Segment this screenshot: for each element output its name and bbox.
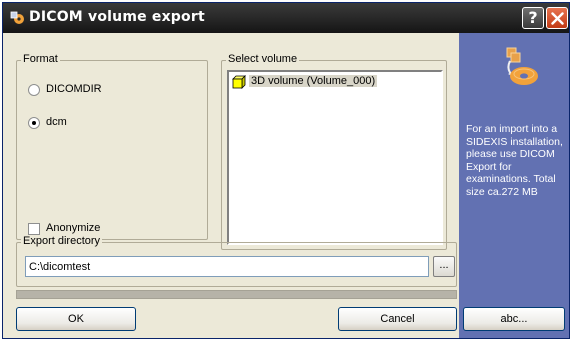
checkbox-label: Anonymize [46,222,101,234]
abc-button[interactable]: abc... [463,307,565,331]
cube-icon [232,75,246,89]
close-button[interactable] [546,7,568,29]
select-volume-group: Select volume 3D volume (Volume_000) [221,53,447,250]
help-button[interactable]: ? [522,7,544,29]
title-bar[interactable]: DICOM volume export ? [3,3,569,33]
checkbox-square[interactable] [28,223,40,235]
progress-bar [16,290,457,299]
radio-dicomdir[interactable]: DICOMDIR [28,82,198,98]
browse-button[interactable]: ... [433,256,455,277]
list-item[interactable]: 3D volume (Volume_000) [231,74,378,90]
dialog-window: DICOM volume export ? Format DICOMDIR dc… [2,2,570,339]
side-info-text: For an import into a SIDEXIS installatio… [466,123,563,198]
app-icon [10,11,24,24]
export-directory-legend: Export directory [21,235,103,247]
radio-circle[interactable] [28,84,40,96]
radio-selected-dot [32,121,36,125]
format-group: Format DICOMDIR dcm Anonymize [16,53,208,240]
side-panel: For an import into a SIDEXIS installatio… [459,33,569,338]
cancel-button[interactable]: Cancel [338,307,457,331]
main-panel: Format DICOMDIR dcm Anonymize Select vol… [3,33,459,338]
radio-label: DICOMDIR [46,83,102,95]
export-directory-group: Export directory ... [16,235,457,287]
radio-circle[interactable] [28,117,40,129]
select-volume-legend: Select volume [226,53,300,65]
volume-list[interactable]: 3D volume (Volume_000) [227,70,443,245]
close-icon [551,12,564,25]
list-item-label: 3D volume (Volume_000) [249,75,378,87]
export-path-input[interactable] [25,256,429,277]
radio-dcm[interactable]: dcm [28,115,198,131]
ok-button[interactable]: OK [16,307,136,331]
window-title: DICOM volume export [29,9,205,25]
radio-label: dcm [46,116,67,128]
format-legend: Format [21,53,60,65]
disc-export-icon [506,47,538,85]
